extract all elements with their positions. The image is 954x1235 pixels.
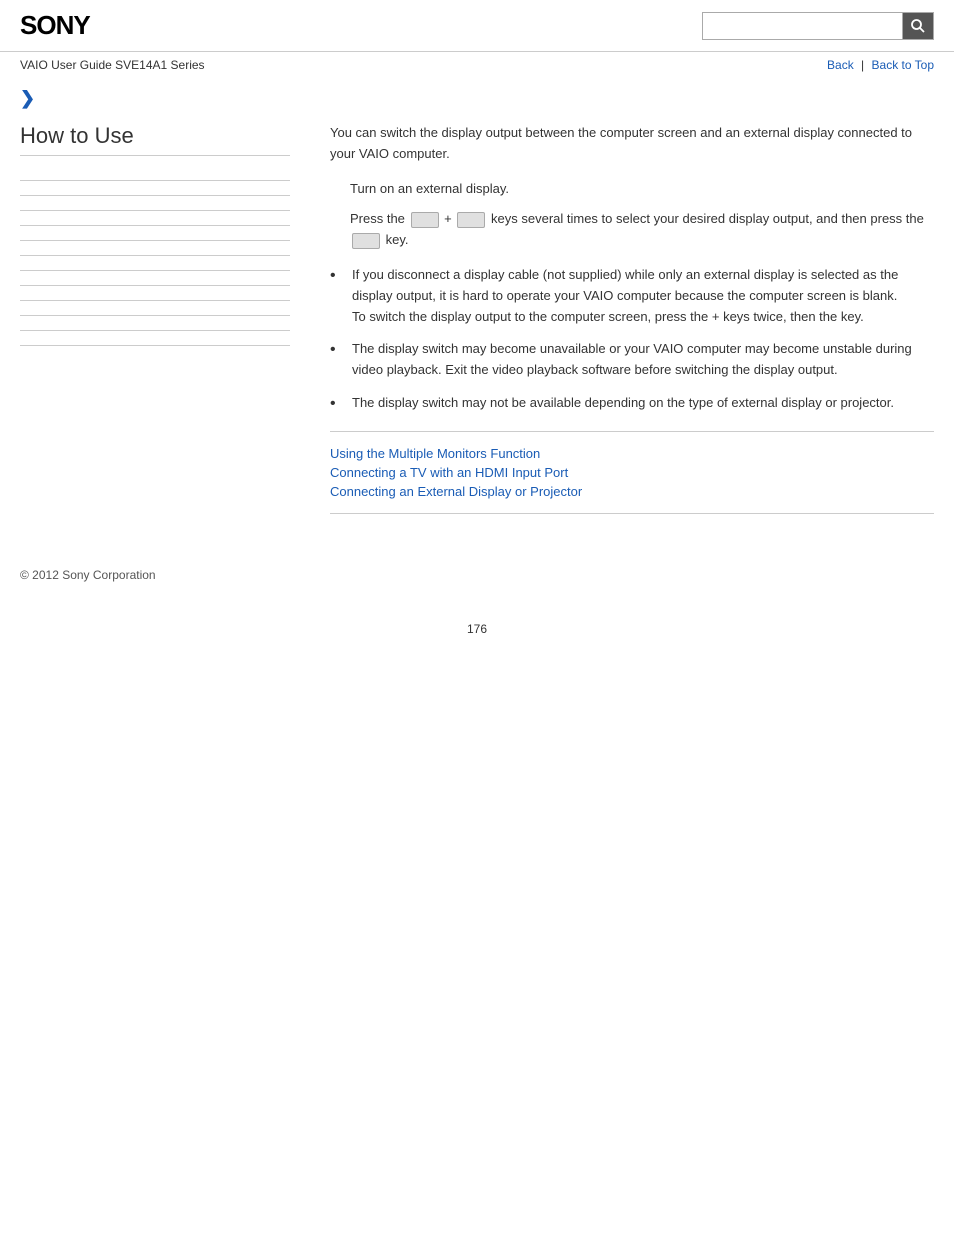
step-2-block: Press the + keys several times to select… (330, 209, 934, 251)
guide-title: VAIO User Guide SVE14A1 Series (20, 58, 205, 72)
note-item-3: • The display switch may not be availabl… (330, 393, 934, 417)
copyright-text: © 2012 Sony Corporation (20, 568, 156, 582)
step-2-text: Press the + keys several times to select… (350, 209, 934, 251)
note-item-2: • The display switch may become unavaila… (330, 339, 934, 381)
list-item[interactable] (20, 286, 290, 301)
sidebar-title: How to Use (20, 123, 290, 156)
related-links: Using the Multiple Monitors Function Con… (330, 446, 934, 499)
key-enter (352, 233, 380, 249)
content-area: You can switch the display output betwee… (310, 123, 934, 528)
list-item[interactable] (20, 226, 290, 241)
step2-plus: + (444, 211, 452, 226)
notes-section: • If you disconnect a display cable (not… (330, 265, 934, 417)
sony-logo: SONY (20, 10, 90, 41)
list-item[interactable] (20, 301, 290, 316)
note-text-2: The display switch may become unavailabl… (352, 339, 934, 381)
list-item[interactable] (20, 241, 290, 256)
step2-prefix: Press the (350, 211, 405, 226)
key-f7 (457, 212, 485, 228)
list-item[interactable] (20, 271, 290, 286)
breadcrumb-chevron-icon: ❯ (20, 88, 35, 108)
back-link[interactable]: Back (827, 58, 854, 72)
key-fn (411, 212, 439, 228)
note-text-1: If you disconnect a display cable (not s… (352, 265, 934, 327)
nav-bar: VAIO User Guide SVE14A1 Series Back | Ba… (0, 52, 954, 78)
breadcrumb-area: ❯ (0, 78, 954, 113)
list-item[interactable] (20, 211, 290, 226)
bullet-icon-3: • (330, 391, 346, 417)
list-item[interactable] (20, 316, 290, 331)
step2-middle: keys several times to select your desire… (491, 211, 924, 226)
list-item[interactable] (20, 181, 290, 196)
main-layout: How to Use You can switch the display ou… (0, 113, 954, 548)
sidebar: How to Use (20, 123, 310, 528)
nav-separator: | (861, 58, 864, 72)
search-icon (910, 18, 926, 34)
search-button[interactable] (902, 12, 934, 40)
related-link-2[interactable]: Connecting a TV with an HDMI Input Port (330, 465, 934, 480)
step-1-text: Turn on an external display. (350, 179, 934, 200)
footer: © 2012 Sony Corporation (0, 548, 954, 602)
content-intro: You can switch the display output betwee… (330, 123, 934, 165)
list-item[interactable] (20, 196, 290, 211)
list-item[interactable] (20, 256, 290, 271)
back-to-top-link[interactable]: Back to Top (872, 58, 934, 72)
divider (330, 431, 934, 432)
list-item[interactable] (20, 166, 290, 181)
note-text-3: The display switch may not be available … (352, 393, 934, 414)
search-area (702, 12, 934, 40)
search-input[interactable] (702, 12, 902, 40)
bullet-icon-2: • (330, 337, 346, 363)
page-number: 176 (0, 602, 954, 656)
page-header: SONY (0, 0, 954, 52)
divider-bottom (330, 513, 934, 514)
note-item-1: • If you disconnect a display cable (not… (330, 265, 934, 327)
bullet-icon-1: • (330, 263, 346, 289)
list-item[interactable] (20, 331, 290, 346)
step2-suffix: key. (386, 232, 409, 247)
step-1-block: Turn on an external display. (330, 179, 934, 200)
related-link-3[interactable]: Connecting an External Display or Projec… (330, 484, 934, 499)
related-link-1[interactable]: Using the Multiple Monitors Function (330, 446, 934, 461)
nav-links: Back | Back to Top (827, 58, 934, 72)
